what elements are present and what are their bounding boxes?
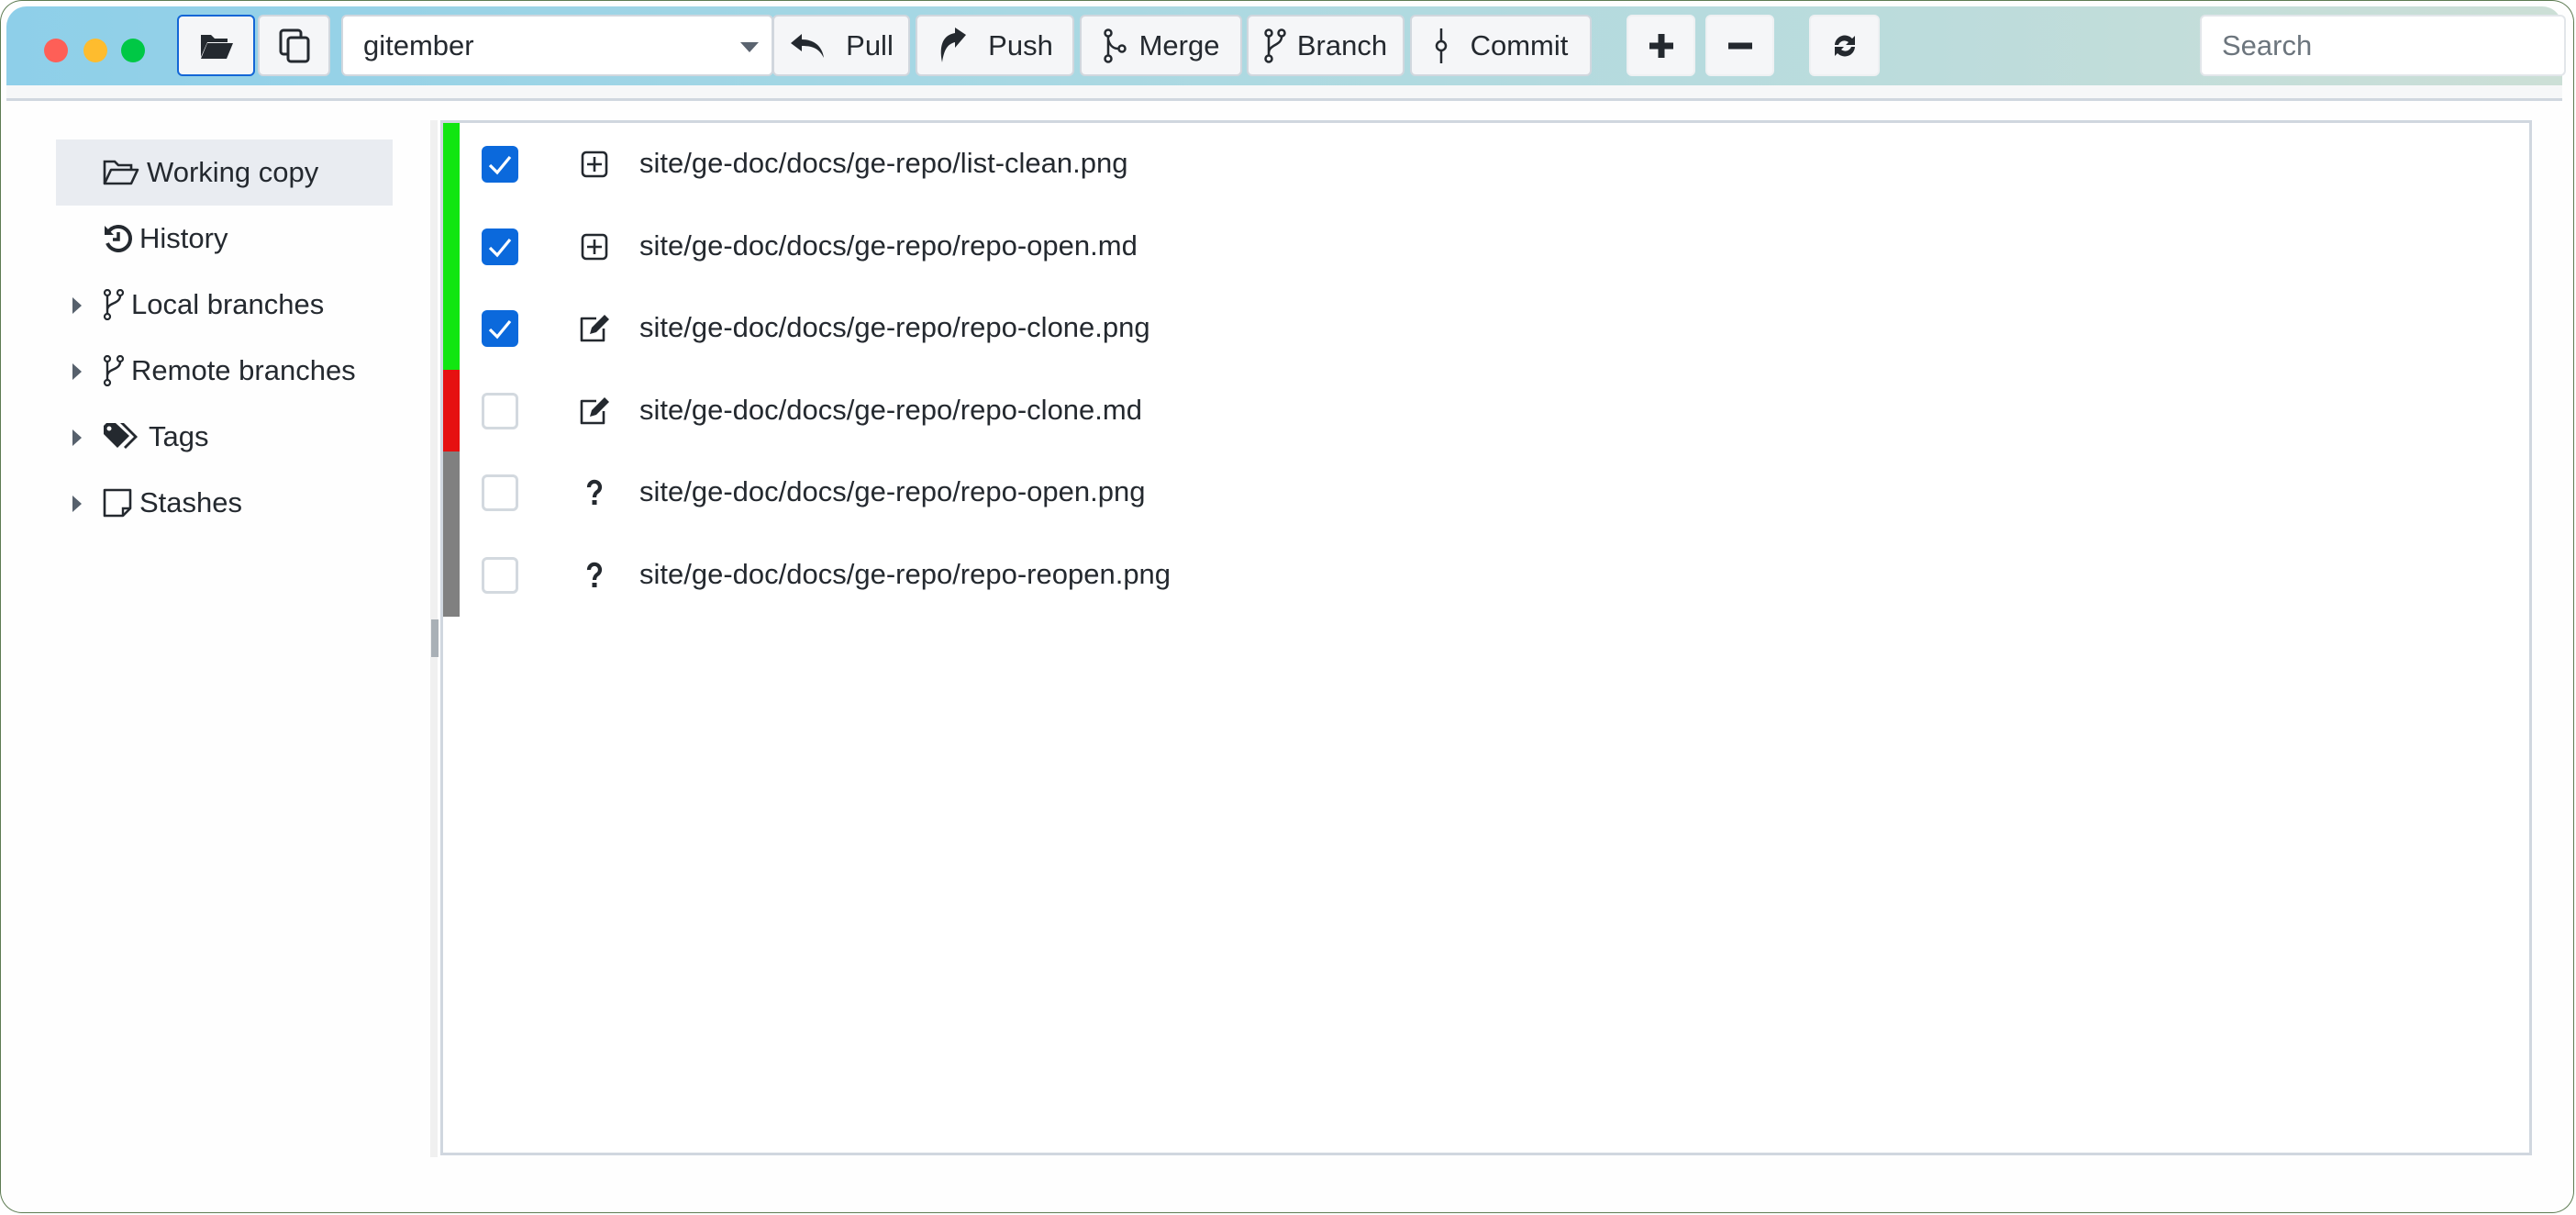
- sidebar-item-stashes[interactable]: Stashes: [56, 470, 393, 536]
- status-stripe: [443, 533, 460, 617]
- maximize-window-button[interactable]: [121, 39, 145, 62]
- toolbar-divider: [6, 85, 2562, 101]
- folder-open-icon: [103, 156, 139, 189]
- commit-label: Commit: [1470, 28, 1569, 61]
- sidebar-item-label: Tags: [149, 420, 209, 452]
- untracked-file-icon: [576, 557, 613, 594]
- branch-icon: [1264, 28, 1286, 63]
- sidebar-item-label: Remote branches: [131, 354, 356, 386]
- sidebar-item-history[interactable]: History: [56, 206, 393, 272]
- stage-checkbox[interactable]: [482, 392, 518, 429]
- tags-icon: [103, 420, 139, 453]
- commit-icon: [1434, 28, 1449, 63]
- refresh-icon: [1831, 30, 1859, 61]
- expand-arrow-icon[interactable]: [72, 297, 82, 314]
- file-path: site/ge-doc/docs/ge-repo/repo-clone.png: [639, 311, 1150, 343]
- status-stripe: [443, 451, 460, 534]
- pull-button[interactable]: Pull: [772, 15, 910, 76]
- folder-open-icon: [199, 31, 234, 61]
- branch-button[interactable]: Branch: [1247, 15, 1405, 76]
- splitter-handle[interactable]: [431, 619, 439, 657]
- modified-file-icon: [576, 310, 613, 347]
- history-icon: [103, 222, 139, 255]
- file-path: site/ge-doc/docs/ge-repo/repo-clone.md: [639, 393, 1142, 426]
- sidebar-item-local-branches[interactable]: Local branches: [56, 272, 393, 338]
- merge-label: Merge: [1138, 28, 1220, 61]
- repository-selector[interactable]: gitember: [341, 15, 773, 76]
- sidebar-item-tags[interactable]: Tags: [56, 404, 393, 470]
- file-row[interactable]: site/ge-doc/docs/ge-repo/repo-reopen.png: [443, 533, 2529, 617]
- checkmark-icon: [488, 319, 512, 340]
- sidebar-item-label: Local branches: [131, 288, 325, 320]
- status-stripe: [443, 123, 460, 206]
- status-stripe: [443, 287, 460, 370]
- expand-arrow-icon[interactable]: [72, 429, 82, 446]
- file-row[interactable]: site/ge-doc/docs/ge-repo/repo-open.png: [443, 451, 2529, 534]
- file-path: site/ge-doc/docs/ge-repo/list-clean.png: [639, 147, 1128, 179]
- push-button[interactable]: Push: [916, 15, 1074, 76]
- stage-checkbox[interactable]: [482, 556, 518, 594]
- chevron-down-icon: [740, 42, 759, 52]
- minimize-window-button[interactable]: [83, 39, 107, 62]
- branch-label: Branch: [1296, 28, 1388, 61]
- expand-arrow-icon[interactable]: [72, 496, 82, 512]
- pull-label: Pull: [846, 28, 894, 61]
- merge-button[interactable]: Merge: [1080, 15, 1242, 76]
- search-input[interactable]: [2200, 15, 2566, 76]
- minus-icon: [1727, 41, 1754, 50]
- status-stripe: [443, 369, 460, 452]
- sidebar-item-label: Stashes: [139, 486, 243, 518]
- sidebar-item-label: Working copy: [147, 156, 319, 188]
- merge-icon: [1103, 28, 1127, 63]
- refresh-button[interactable]: [1809, 15, 1880, 76]
- stage-checkbox[interactable]: [482, 310, 518, 347]
- file-row[interactable]: site/ge-doc/docs/ge-repo/repo-clone.md: [443, 369, 2529, 452]
- sidebar: Working copy History Local branches Remo…: [0, 101, 427, 1202]
- checkmark-icon: [488, 238, 512, 257]
- clone-repository-button[interactable]: [258, 15, 330, 76]
- push-label: Push: [988, 28, 1053, 61]
- stage-checkbox[interactable]: [482, 228, 518, 265]
- file-row[interactable]: site/ge-doc/docs/ge-repo/repo-open.md: [443, 205, 2529, 288]
- added-file-icon: [576, 229, 613, 265]
- working-copy-file-list: site/ge-doc/docs/ge-repo/list-clean.png s…: [440, 120, 2532, 1155]
- toolbar: gitember Pull Push Merge Branch Commit S…: [6, 6, 2566, 85]
- expand-arrow-icon[interactable]: [72, 363, 82, 380]
- close-window-button[interactable]: [44, 39, 68, 62]
- copy-icon: [279, 28, 310, 63]
- open-repository-button[interactable]: [177, 15, 255, 76]
- file-path: site/ge-doc/docs/ge-repo/repo-reopen.png: [639, 557, 1171, 590]
- status-stripe: [443, 205, 460, 288]
- untracked-file-icon: [576, 474, 613, 511]
- repository-selector-value: gitember: [363, 28, 474, 61]
- plus-icon: [1648, 32, 1675, 60]
- file-path: site/ge-doc/docs/ge-repo/repo-open.png: [639, 475, 1146, 507]
- sidebar-item-working-copy[interactable]: Working copy: [56, 139, 393, 206]
- commit-button[interactable]: Commit: [1410, 15, 1592, 76]
- app-window: gitember Pull Push Merge Branch Commit S…: [0, 0, 2574, 1213]
- file-row[interactable]: site/ge-doc/docs/ge-repo/repo-clone.png: [443, 287, 2529, 370]
- checkmark-icon: [488, 155, 512, 175]
- push-icon: [937, 27, 968, 64]
- file-path: site/ge-doc/docs/ge-repo/repo-open.md: [639, 229, 1138, 262]
- sidebar-item-remote-branches[interactable]: Remote branches: [56, 338, 393, 404]
- file-row[interactable]: site/ge-doc/docs/ge-repo/list-clean.png: [443, 123, 2529, 206]
- sidebar-item-label: History: [139, 222, 228, 254]
- sticky-note-icon: [103, 486, 139, 519]
- modified-file-icon: [576, 393, 613, 429]
- unstage-button[interactable]: [1705, 15, 1774, 76]
- added-file-icon: [576, 146, 613, 183]
- stage-checkbox[interactable]: [482, 474, 518, 511]
- stage-checkbox[interactable]: [482, 146, 518, 183]
- stage-button[interactable]: [1627, 15, 1695, 76]
- pull-icon: [789, 32, 826, 60]
